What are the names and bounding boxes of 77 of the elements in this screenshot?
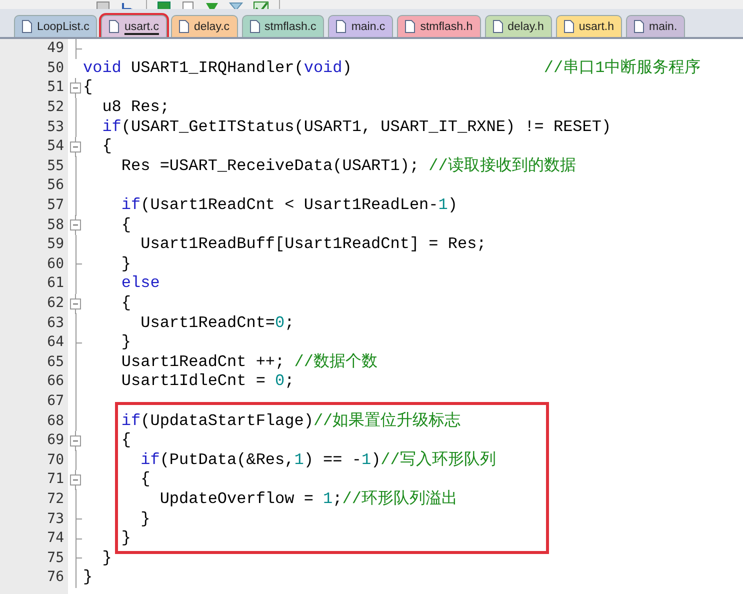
file-tab[interactable]: usart.c [101, 15, 167, 37]
file-icon [250, 20, 260, 33]
file-icon [634, 20, 644, 33]
code-line: UpdateOverflow = 1;//环形队列溢出 [158, 490, 458, 508]
collapse-icon[interactable] [70, 78, 81, 98]
line-number: 64 [46, 333, 64, 352]
collapse-icon[interactable] [70, 430, 81, 451]
code-line: { [101, 137, 112, 156]
file-icon [22, 20, 32, 33]
file-icon [178, 20, 189, 33]
collapse-icon[interactable] [70, 215, 81, 236]
line-number: 62 [46, 294, 64, 314]
collapse-icon[interactable] [70, 470, 81, 490]
line-number: 67 [46, 392, 64, 411]
code-line: { [83, 78, 93, 96]
file-icon [492, 20, 503, 33]
line-number: 61 [46, 274, 64, 294]
line-number: 74 [46, 529, 64, 548]
code-line: Usart1ReadCnt=0; [140, 314, 294, 332]
code-line: Usart1IdleCnt = 0; [120, 372, 294, 390]
line-number: 59 [46, 235, 64, 254]
code-line: else [120, 274, 160, 292]
file-tab[interactable]: delay.h [484, 15, 552, 37]
file-icon [109, 20, 120, 33]
code-line: Usart1ReadCnt ++; //数据个数 [120, 352, 378, 371]
code-line: Usart1ReadBuff[Usart1ReadCnt] = Res; [140, 235, 486, 254]
line-number: 63 [46, 314, 64, 333]
line-number: 71 [46, 470, 64, 490]
line-number: 60 [46, 254, 64, 274]
line-number: 65 [46, 352, 64, 372]
code-line: { [120, 294, 132, 312]
line-number: 72 [46, 490, 64, 509]
file-tab[interactable]: stmflash.c [242, 15, 324, 37]
code-line: if(USART_GetITStatus(USART1, USART_IT_RXNE) != RESET) [101, 118, 612, 136]
code-line: if(Usart1ReadCnt < Usart1ReadLen-1) [120, 196, 458, 214]
collapse-icon[interactable] [70, 136, 81, 157]
file-tab[interactable]: LoopList.c [14, 15, 98, 37]
line-number: 58 [46, 216, 64, 235]
line-number: 54 [46, 137, 64, 156]
line-number: 66 [46, 372, 64, 392]
code-line: Res =USART_ReceiveData(USART1); //读取接收到的数据 [120, 156, 576, 175]
code-line: } [101, 548, 112, 567]
line-number: 76 [46, 568, 64, 588]
file-icon [564, 20, 574, 33]
code-line: { [120, 216, 132, 234]
line-number: 51 [46, 78, 64, 98]
code-line: { [120, 431, 132, 450]
file-tab[interactable]: usart.h [556, 15, 622, 37]
file-tab[interactable]: main.c [328, 15, 394, 37]
line-number: 75 [46, 548, 64, 568]
line-number: 70 [46, 450, 64, 470]
code-line: } [120, 333, 132, 352]
code-line: } [83, 568, 93, 586]
line-number: 49 [46, 39, 64, 58]
code-line: } [120, 254, 132, 273]
line-number: 52 [46, 98, 64, 118]
code-line: u8 Res; [101, 98, 170, 116]
code-line: } [140, 510, 150, 528]
code-line: if(UpdataStartFlage)//如果置位升级标志 [120, 412, 461, 430]
file-icon [405, 20, 416, 33]
line-number: 56 [46, 176, 64, 196]
line-number: 73 [46, 510, 64, 529]
file-tab[interactable]: main. [626, 15, 686, 37]
code-line: { [140, 470, 150, 488]
code-line: } [120, 529, 132, 548]
code-line: if(PutData(&Res,1) == -1)//写入环形队列 [140, 450, 496, 469]
line-number: 50 [46, 58, 64, 78]
file-icon [336, 20, 346, 33]
line-number: 69 [46, 431, 64, 450]
collapse-icon[interactable] [70, 294, 81, 314]
line-number: 53 [46, 118, 64, 137]
line-number: 55 [46, 156, 64, 176]
code-line: void USART1_IRQHandler(void) //串口1中断服务程序 [83, 58, 701, 77]
line-number: 68 [46, 412, 64, 431]
file-tab[interactable]: stmflash.h [397, 15, 481, 37]
line-number: 57 [46, 196, 64, 216]
file-tab[interactable]: delay.c [170, 15, 238, 37]
